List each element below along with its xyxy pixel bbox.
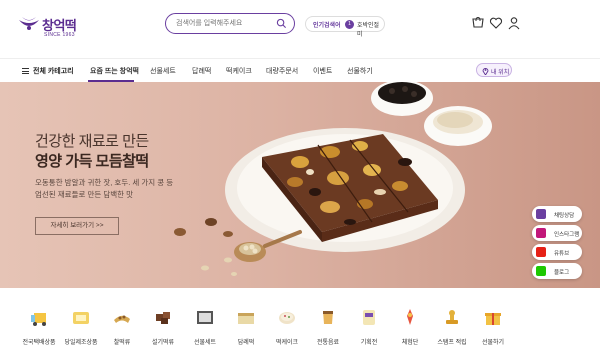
all-categories-label: 전체 카테고리 bbox=[33, 68, 74, 75]
present-icon bbox=[485, 313, 501, 325]
experience-icon bbox=[407, 309, 413, 325]
fresh-icon bbox=[73, 312, 89, 324]
trending-rank: 1 bbox=[345, 20, 354, 29]
nav-item-cake[interactable]: 떡케이크 bbox=[226, 66, 252, 76]
brand-logo[interactable]: 창억떡 SINCE 1963 bbox=[18, 12, 78, 42]
main-nav: 전체 카테고리 요즘 뜨는 창억떡 선물세트 답례떡 떡케이크 대량주문서 이벤… bbox=[0, 58, 600, 82]
search-box[interactable] bbox=[165, 13, 295, 34]
trending-label: 인기검색어 bbox=[313, 23, 341, 29]
site-header: 창억떡 SINCE 1963 인기검색어 1 호박인절미 bbox=[0, 0, 600, 58]
logo-mark-icon bbox=[19, 17, 39, 30]
nav-item-trending[interactable]: 요즘 뜨는 창억떡 bbox=[90, 66, 139, 76]
delivery-icon bbox=[31, 313, 46, 326]
brand-since: SINCE 1963 bbox=[44, 32, 75, 38]
heart-icon[interactable] bbox=[489, 16, 503, 30]
nav-item-bulk-order[interactable]: 대량주문서 bbox=[266, 66, 298, 76]
chalttuk-icon bbox=[114, 315, 130, 323]
all-categories-button[interactable]: 전체 카테고리 bbox=[22, 66, 74, 76]
blog-label: 블로그 bbox=[554, 270, 570, 276]
blog-button[interactable]: 블로그 bbox=[532, 263, 582, 279]
hero-description-2: 엄선된 재료들로 만든 담백한 맛 bbox=[35, 190, 134, 199]
cart-icon[interactable] bbox=[471, 16, 485, 30]
location-label: 내 위치 bbox=[491, 70, 510, 76]
hero-banner[interactable]: 건강한 재료로 만든 영양 가득 모듬찰떡 오동통한 밤알과 귀한 잣, 호두.… bbox=[0, 82, 600, 288]
youtube-label: 유튜브 bbox=[554, 251, 570, 257]
chat-consult-label: 채팅상담 bbox=[554, 213, 575, 219]
hero-headline-2: 영양 가득 모듬찰떡 bbox=[35, 153, 149, 170]
nav-item-present[interactable]: 선물하기 bbox=[347, 66, 373, 76]
nav-item-gift-set[interactable]: 선물세트 bbox=[150, 66, 176, 76]
search-input[interactable] bbox=[176, 17, 271, 30]
category-label: 선물하기 bbox=[481, 340, 505, 346]
category-item-present[interactable]: 선물하기 bbox=[465, 306, 519, 356]
hero-cta-button[interactable]: 자세히 보러가기 >> bbox=[35, 217, 119, 235]
seolgi-icon bbox=[156, 312, 170, 324]
category-shortcuts: 전국택배상품 당일제조상품 찰떡류 설기떡류 선물세트 답례떡 떡케이크 전통음… bbox=[0, 288, 600, 361]
youtube-icon bbox=[536, 247, 546, 257]
nav-item-event[interactable]: 이벤트 bbox=[313, 66, 332, 76]
instagram-button[interactable]: 인스타그램 bbox=[532, 225, 582, 241]
menu-icon bbox=[22, 68, 29, 75]
instagram-label: 인스타그램 bbox=[554, 232, 580, 238]
instagram-icon bbox=[536, 228, 546, 238]
chat-icon bbox=[536, 209, 546, 219]
user-icon[interactable] bbox=[507, 16, 521, 30]
hero-description-1: 오동통한 밤알과 귀한 잣, 호두. 세 가지 콩 등 bbox=[35, 178, 174, 187]
location-pin-icon bbox=[482, 68, 489, 75]
youtube-button[interactable]: 유튜브 bbox=[532, 244, 582, 260]
trending-keywords[interactable]: 인기검색어 1 호박인절미 bbox=[305, 16, 385, 38]
blog-icon bbox=[536, 266, 546, 276]
stamp-icon bbox=[446, 310, 458, 324]
drink-icon bbox=[323, 311, 333, 324]
chat-consult-button[interactable]: 채팅상담 bbox=[532, 206, 582, 222]
exhibition-icon bbox=[363, 310, 375, 325]
gift-set-icon bbox=[197, 311, 213, 324]
nav-item-return-gift[interactable]: 답례떡 bbox=[192, 66, 211, 76]
return-gift-icon bbox=[238, 313, 254, 324]
hero-headline-1: 건강한 재료로 만든 bbox=[35, 133, 149, 150]
header-actions bbox=[471, 16, 521, 32]
search-icon[interactable] bbox=[276, 18, 287, 29]
location-button[interactable]: 내 위치 bbox=[476, 63, 512, 77]
cake-icon bbox=[279, 312, 295, 324]
trending-keyword[interactable]: 호박인절미 bbox=[357, 20, 384, 38]
